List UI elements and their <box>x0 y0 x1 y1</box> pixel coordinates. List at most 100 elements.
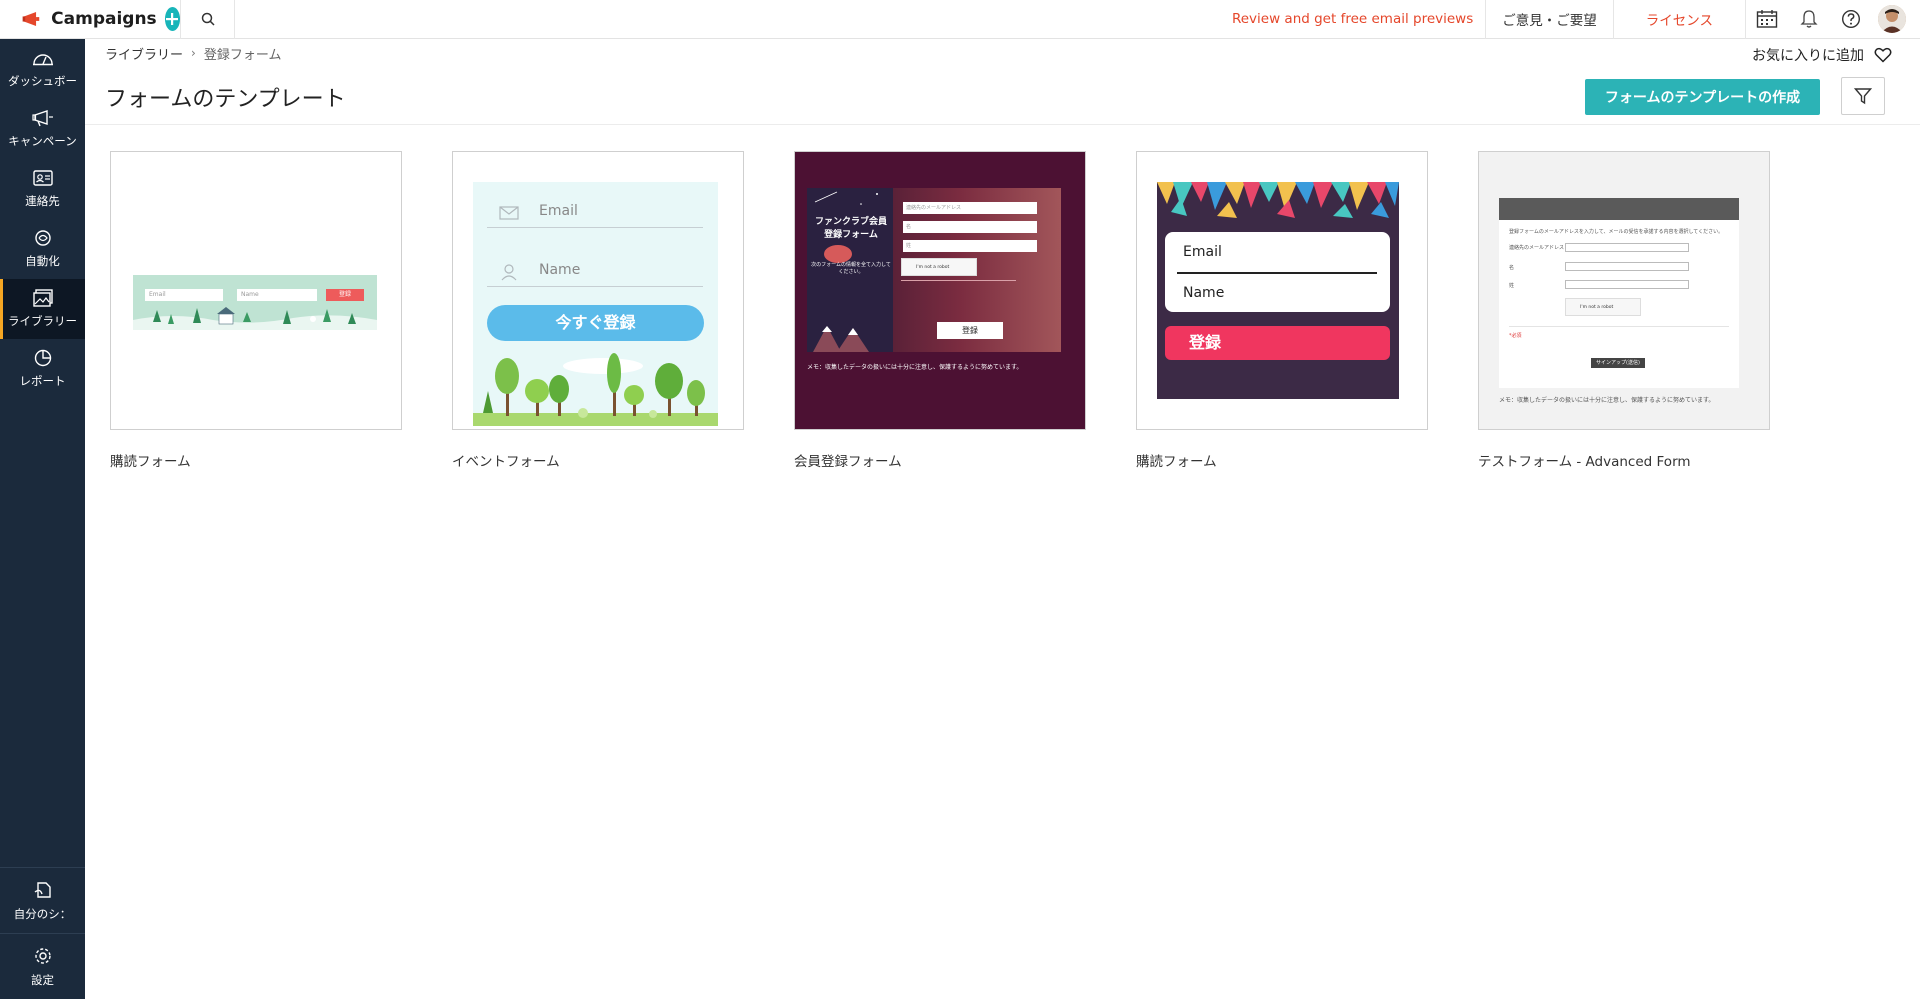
sidebar-item-contacts[interactable]: 連絡先 <box>0 159 85 219</box>
template-name[interactable]: 購読フォーム <box>1136 450 1428 470</box>
breadcrumb-library-link[interactable]: ライブラリー <box>105 44 183 63</box>
forest-illustration <box>473 353 718 426</box>
preview-email-label: Email <box>1183 244 1222 260</box>
preview-email-field <box>1565 243 1689 252</box>
bell-icon <box>1800 10 1818 28</box>
template-name[interactable]: 会員登録フォーム <box>794 450 1086 470</box>
gear-icon <box>34 947 51 964</box>
bunting-illustration <box>1157 182 1399 218</box>
help-icon <box>1841 9 1861 29</box>
template-card[interactable]: Email Name 今すぐ登録 イベントフォーム <box>452 151 744 470</box>
calendar-button[interactable] <box>1746 0 1788 39</box>
sidebar-bottom: 自分のシ： 設定 <box>0 867 85 999</box>
sidebar-item-label: 自動化 <box>25 254 60 268</box>
preview-divider <box>901 280 1016 281</box>
envelope-icon <box>499 206 519 220</box>
template-thumbnail[interactable]: ファンクラブ会員登録フォーム 次のフォームの情報を全て入力してください。 連絡先… <box>794 151 1086 430</box>
sidebar-item-label: キャンペーン <box>8 134 77 148</box>
sidebar-item-label: 自分のシ： <box>13 906 72 921</box>
add-button[interactable] <box>164 7 180 31</box>
sidebar-item-automation[interactable]: 自動化 <box>0 219 85 279</box>
preview-form: Email Name 登録 <box>1157 182 1399 399</box>
preview-subtitle: 次のフォームの情報を全て入力してください。 <box>811 262 891 275</box>
search-button[interactable] <box>181 0 235 39</box>
template-name[interactable]: 購読フォーム <box>110 450 402 470</box>
add-to-favorites-button[interactable]: お気に入りに追加 <box>1752 45 1892 65</box>
preview-form: Email Name 登録 <box>133 275 377 330</box>
preview-name-label: Name <box>1183 285 1225 301</box>
create-form-template-button[interactable]: フォームのテンプレートの作成 <box>1585 79 1820 115</box>
sidebar-item-label: 連絡先 <box>25 194 60 208</box>
page-title: フォームのテンプレート <box>105 87 346 112</box>
template-card[interactable]: 登録フォームのメールアドレスを入力して、メールの受信を承諾する内容を選択してくだ… <box>1478 151 1770 470</box>
signup-icon <box>34 881 51 898</box>
template-thumbnail[interactable]: 登録フォームのメールアドレスを入力して、メールの受信を承諾する内容を選択してくだ… <box>1478 151 1770 430</box>
app-name: Campaigns <box>51 9 157 29</box>
preview-note: メモ：収集したデータの扱いには十分に注意し、保護するように努めています。 <box>1499 397 1715 404</box>
plus-icon <box>166 13 179 25</box>
preview-form: 登録フォームのメールアドレスを入力して、メールの受信を承諾する内容を選択してくだ… <box>1499 198 1739 388</box>
report-icon <box>34 349 51 367</box>
search-icon <box>201 12 215 26</box>
preview-email-label: 連絡先のメールアドレス * <box>1509 245 1569 251</box>
template-thumbnail[interactable]: Email Name 登録 <box>1136 151 1428 430</box>
template-card[interactable]: Email Name 登録 購読フォーム <box>1136 151 1428 470</box>
sidebar-item-campaigns[interactable]: キャンペーン <box>0 99 85 159</box>
winter-landscape-illustration <box>133 307 377 330</box>
preview-first-name-label: 名 <box>1509 265 1515 271</box>
preview-last-name-field: 姓 <box>903 240 1037 252</box>
preview-last-name-field <box>1565 280 1689 289</box>
sidebar-item-signup[interactable]: 自分のシ： <box>0 867 85 933</box>
preview-submit-button: サインアップ(送信) <box>1591 358 1645 368</box>
free-email-previews-link[interactable]: Review and get free email previews <box>1220 0 1487 39</box>
preview-email-field: 連絡先のメールアドレス <box>903 202 1037 214</box>
template-name[interactable]: イベントフォーム <box>452 450 744 470</box>
template-card[interactable]: Email Name 登録 購読フォーム <box>110 151 402 470</box>
template-name[interactable]: テストフォーム - Advanced Form <box>1478 450 1770 470</box>
preview-title: ファンクラブ会員登録フォーム <box>815 217 888 240</box>
preview-note: メモ：収集したデータの扱いには十分に注意し、保護するように努めています。 <box>807 364 1023 371</box>
preview-intro: 登録フォームのメールアドレスを入力して、メールの受信を承諾する内容を選択してくだ… <box>1509 229 1724 235</box>
template-thumbnail[interactable]: Email Name 今すぐ登録 <box>452 151 744 430</box>
preview-divider <box>1177 272 1377 274</box>
heart-icon <box>1874 47 1892 63</box>
sidebar-item-reports[interactable]: レポート <box>0 339 85 399</box>
user-avatar[interactable] <box>1878 5 1906 33</box>
preview-fields: Email Name <box>1165 232 1390 312</box>
preview-register-button: 登録 <box>1165 326 1390 360</box>
preview-name-label: Name <box>539 262 581 278</box>
template-thumbnail[interactable]: Email Name 登録 <box>110 151 402 430</box>
preview-required-note: *必須 <box>1509 333 1522 339</box>
megaphone-icon <box>31 110 53 127</box>
preview-divider <box>1509 326 1729 327</box>
library-icon <box>32 289 53 307</box>
sidebar-item-dashboard[interactable]: ダッシュボー <box>0 39 85 99</box>
help-button[interactable] <box>1830 0 1872 39</box>
license-link[interactable]: ライセンス <box>1614 0 1746 39</box>
sidebar: ダッシュボー キャンペーン 連絡先 自動化 ライブラリー レポート 自分のシ： … <box>0 39 85 999</box>
sidebar-item-label: ライブラリー <box>8 314 77 328</box>
brand[interactable]: Campaigns <box>0 0 181 39</box>
dashboard-icon <box>32 54 53 66</box>
preview-captcha: I'm not a robot <box>901 258 977 276</box>
sidebar-item-label: レポート <box>19 374 66 388</box>
sidebar-item-library[interactable]: ライブラリー <box>0 279 85 339</box>
favorites-label: お気に入りに追加 <box>1752 48 1864 64</box>
contacts-icon <box>32 170 53 186</box>
notifications-button[interactable] <box>1788 0 1830 39</box>
top-bar: Campaigns Review and get free email prev… <box>0 0 1920 39</box>
calendar-icon <box>1756 10 1778 28</box>
user-photo-icon <box>1878 5 1906 33</box>
preview-form: ファンクラブ会員登録フォーム 次のフォームの情報を全て入力してください。 連絡先… <box>807 188 1061 352</box>
preview-captcha: I'm not a robot <box>1565 298 1641 316</box>
filter-button[interactable] <box>1841 77 1885 115</box>
preview-first-name-field: 名 <box>903 221 1037 233</box>
sidebar-item-settings[interactable]: 設定 <box>0 933 85 999</box>
template-card[interactable]: ファンクラブ会員登録フォーム 次のフォームの情報を全て入力してください。 連絡先… <box>794 151 1086 470</box>
preview-first-name-field <box>1565 262 1689 271</box>
sidebar-item-label: 設定 <box>31 972 54 987</box>
feedback-link[interactable]: ご意見・ご要望 <box>1486 0 1614 39</box>
breadcrumb: ライブラリー › 登録フォーム <box>85 39 1920 67</box>
preview-register-button: 今すぐ登録 <box>487 305 704 341</box>
preview-email-label: Email <box>539 203 578 219</box>
